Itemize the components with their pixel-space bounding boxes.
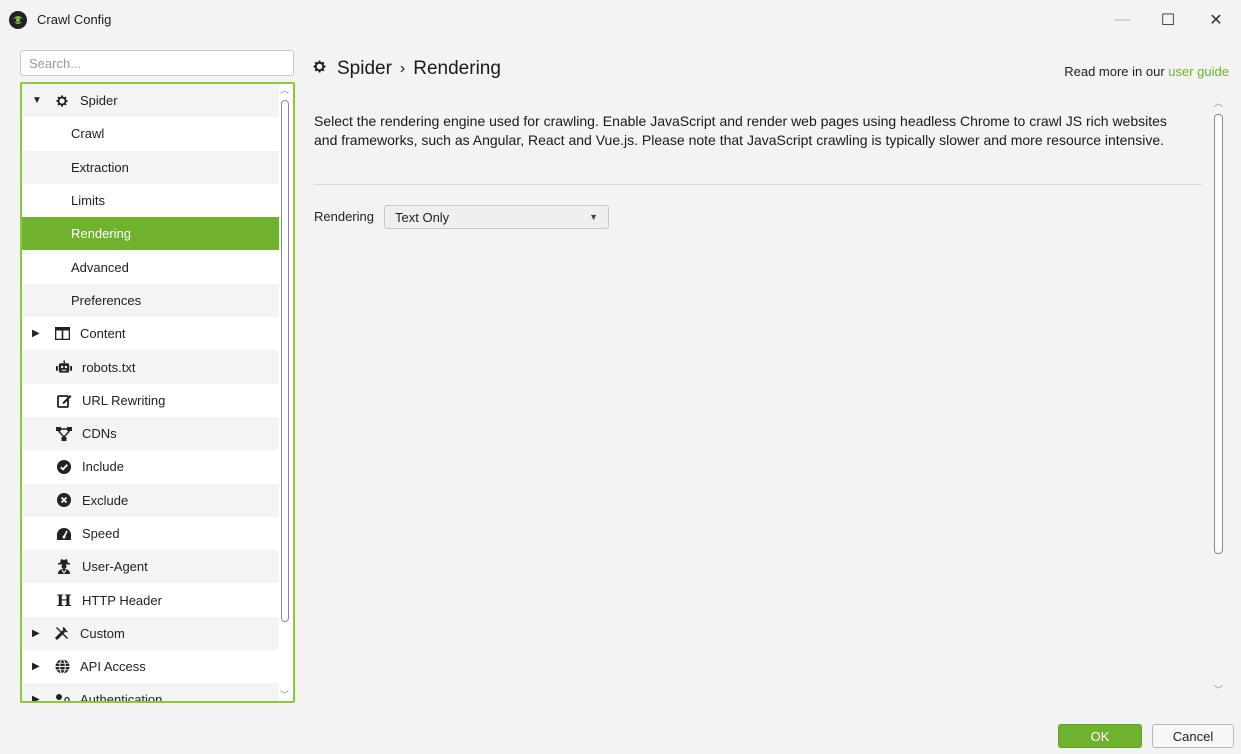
tree-item-url-rewriting[interactable]: URL Rewriting: [22, 383, 279, 417]
tree-item-label: URL Rewriting: [82, 392, 166, 408]
dropdown-caret-icon: ▼: [589, 212, 598, 222]
columns-icon: [54, 326, 70, 342]
app-logo-icon: [8, 10, 28, 30]
user-guide-link[interactable]: user guide: [1168, 64, 1229, 79]
tree-scrollbar[interactable]: ︿ ﹀: [279, 84, 291, 701]
tree-item-label: Advanced: [71, 259, 129, 275]
scroll-up-icon[interactable]: ︿: [280, 84, 289, 96]
network-icon: [56, 426, 72, 442]
tree-item-label: robots.txt: [82, 359, 136, 375]
rendering-select-value: Text Only: [395, 209, 450, 225]
tree-item-label: Custom: [80, 625, 125, 641]
user-secret-icon: [56, 559, 72, 575]
tree-item-label: User-Agent: [82, 559, 148, 575]
tree-item-label: Authentication: [80, 692, 163, 703]
tree-item-label: Preferences: [71, 292, 142, 308]
expand-arrow-icon[interactable]: ▶: [32, 628, 46, 639]
tree-item-label: Rendering: [71, 226, 131, 242]
robot-icon: [56, 359, 72, 375]
title-bar: Crawl Config — ☐ ✕: [0, 0, 1241, 40]
tree-item-preferences[interactable]: Preferences: [22, 283, 279, 318]
breadcrumb-parent: Spider: [337, 58, 392, 79]
header-h-icon: H: [56, 590, 72, 610]
tree-item-custom[interactable]: ▶ Custom: [22, 616, 279, 651]
x-circle-icon: [56, 492, 72, 508]
speedometer-icon: [56, 526, 72, 542]
tree-item-label: Crawl: [71, 126, 105, 142]
tree-item-include[interactable]: Include: [22, 450, 279, 484]
expand-arrow-icon[interactable]: ▶: [32, 694, 46, 701]
tools-icon: [54, 625, 70, 641]
read-more-text: Read more in our: [1064, 64, 1169, 79]
window-title: Crawl Config: [37, 12, 112, 27]
tree-item-label: HTTP Header: [82, 592, 162, 608]
user-lock-icon: [54, 692, 70, 701]
ok-button[interactable]: OK: [1058, 724, 1142, 748]
tree-item-rendering[interactable]: Rendering: [22, 217, 279, 251]
edit-icon: [56, 392, 72, 408]
tree-item-label: API Access: [80, 659, 146, 675]
content-scrollbar[interactable]: ︿ ﹀: [1212, 98, 1226, 696]
content-scroll-thumb[interactable]: [1214, 114, 1223, 554]
tree-item-http-header[interactable]: H HTTP Header: [22, 583, 279, 617]
tree-item-label: Spider: [80, 93, 118, 109]
check-circle-icon: [56, 459, 72, 475]
scroll-down-icon[interactable]: ﹀: [1214, 683, 1223, 696]
tree-item-label: Include: [82, 459, 124, 475]
tree-item-speed[interactable]: Speed: [22, 516, 279, 551]
tree-item-extraction[interactable]: Extraction: [22, 150, 279, 184]
tree-item-label: Content: [80, 326, 126, 342]
breadcrumb-current: Rendering: [413, 58, 501, 79]
expand-arrow-icon[interactable]: ▶: [32, 661, 46, 672]
tree-item-exclude[interactable]: Exclude: [22, 483, 279, 517]
tree-item-label: Exclude: [82, 492, 129, 508]
tree-item-user-agent[interactable]: User-Agent: [22, 550, 279, 584]
tree-item-advanced[interactable]: Advanced: [22, 250, 279, 284]
rendering-select[interactable]: Text Only ▼: [384, 205, 609, 229]
tree-item-cdns[interactable]: CDNs: [22, 416, 279, 451]
tree-item-label: CDNs: [82, 426, 117, 442]
tree-item-api-access[interactable]: ▶ API Access: [22, 650, 279, 684]
config-tree: ▼ Spider Crawl Extraction Limits Renderi…: [20, 82, 295, 703]
tree-item-label: Limits: [71, 193, 105, 209]
globe-icon: [54, 659, 70, 675]
page-title: Spider › Rendering: [312, 58, 501, 80]
tree-item-robots-txt[interactable]: robots.txt: [22, 350, 279, 384]
gear-icon: [312, 58, 327, 80]
tree-item-authentication[interactable]: ▶ Authentication: [22, 683, 279, 703]
rendering-label: Rendering: [314, 209, 374, 224]
description: Select the rendering engine used for cra…: [314, 113, 1167, 148]
search-input[interactable]: [20, 50, 294, 76]
tree-item-limits[interactable]: Limits: [22, 183, 279, 218]
tree-scroll-thumb[interactable]: [281, 100, 289, 622]
tree-item-content[interactable]: ▶ Content: [22, 317, 279, 351]
tree-item-crawl[interactable]: Crawl: [22, 117, 279, 151]
tree-list: ▼ Spider Crawl Extraction Limits Renderi…: [22, 84, 279, 703]
scroll-down-icon[interactable]: ﹀: [280, 688, 289, 701]
maximize-button[interactable]: ☐: [1145, 0, 1191, 40]
tree-item-spider[interactable]: ▼ Spider: [22, 84, 279, 118]
scroll-up-icon[interactable]: ︿: [1214, 96, 1223, 109]
tree-item-label: Speed: [82, 526, 120, 541]
cancel-button[interactable]: Cancel: [1152, 724, 1234, 748]
tree-item-label: Extraction: [71, 159, 129, 175]
close-button[interactable]: ✕: [1193, 0, 1239, 40]
read-more: Read more in our user guide: [1064, 64, 1229, 79]
divider: [314, 184, 1202, 185]
breadcrumb-separator: ›: [399, 60, 406, 77]
minimize-button[interactable]: —: [1099, 0, 1145, 40]
gear-icon: [54, 93, 70, 109]
expand-arrow-icon[interactable]: ▼: [32, 95, 46, 106]
expand-arrow-icon[interactable]: ▶: [32, 328, 46, 339]
